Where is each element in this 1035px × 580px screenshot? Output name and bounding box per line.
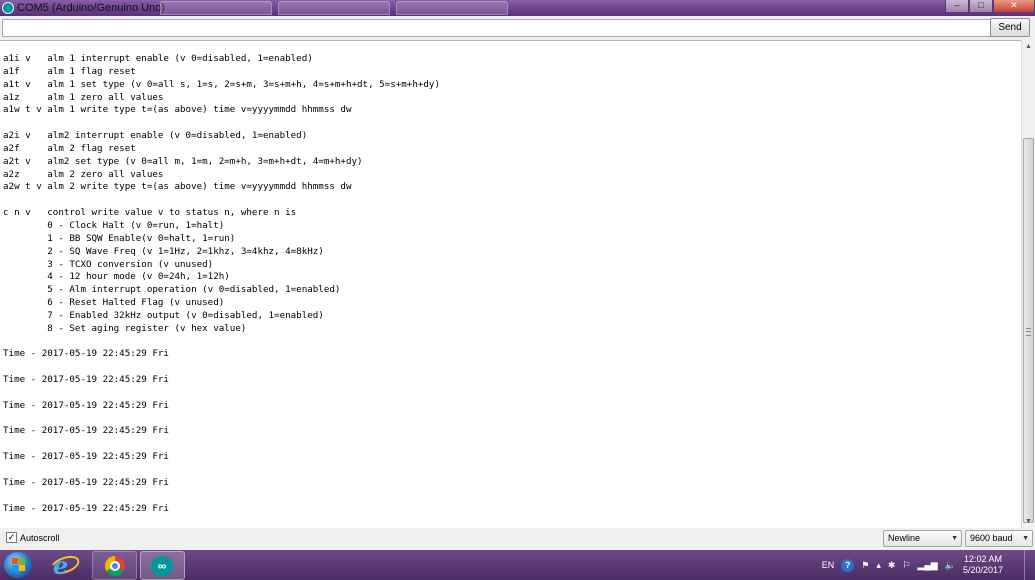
background-tab xyxy=(278,1,390,15)
taskbar-chrome[interactable] xyxy=(92,551,137,580)
background-tab xyxy=(396,1,508,15)
language-indicator[interactable]: EN xyxy=(822,560,835,570)
start-button[interactable] xyxy=(4,552,32,578)
taskbar: e ∞ EN ? ⚑ ▴ ✱ ⚐ ▂▄▆ 🔈 12:02 AM 5/20/201… xyxy=(0,550,1035,580)
scroll-up-arrow-icon[interactable]: ▲ xyxy=(1022,40,1035,53)
autoscroll-label: Autoscroll xyxy=(20,532,60,543)
window-title: COM5 (Arduino/Genuino Uno) xyxy=(17,2,165,14)
serial-input[interactable] xyxy=(2,19,993,37)
clock-date: 5/20/2017 xyxy=(962,565,1003,575)
send-bar: Send xyxy=(0,16,1035,40)
autoscroll-toggle[interactable]: ✓ Autoscroll xyxy=(6,532,60,543)
close-button[interactable]: ✕ xyxy=(993,0,1035,13)
clock[interactable]: 12:02 AM 5/20/2017 xyxy=(963,554,1010,576)
background-windows xyxy=(160,1,508,15)
scroll-thumb[interactable] xyxy=(1023,138,1034,523)
action-center-icon[interactable]: ⚐ xyxy=(902,560,910,571)
serial-output-area[interactable]: a1i v alm 1 interrupt enable (v 0=disabl… xyxy=(0,40,1021,530)
chevron-down-icon: ▼ xyxy=(1022,535,1029,542)
show-desktop-button[interactable] xyxy=(1024,550,1035,580)
arduino-app-icon xyxy=(2,2,14,14)
baud-rate-select[interactable]: 9600 baud ▼ xyxy=(965,530,1033,547)
flag-notification-icon[interactable]: ⚑ xyxy=(861,560,869,571)
system-tray: EN ? ⚑ ▴ ✱ ⚐ ▂▄▆ 🔈 12:02 AM 5/20/2017 xyxy=(822,550,1035,580)
show-hidden-icons-chevron-icon[interactable]: ▴ xyxy=(876,560,881,571)
internet-explorer-icon: e xyxy=(53,551,69,580)
bluetooth-icon[interactable]: ✱ xyxy=(888,560,896,571)
send-button[interactable]: Send xyxy=(990,18,1030,37)
taskbar-internet-explorer[interactable]: e xyxy=(43,551,86,580)
background-tab xyxy=(160,1,272,15)
windows-logo-icon xyxy=(12,558,25,571)
network-signal-icon[interactable]: ▂▄▆ xyxy=(918,560,938,571)
taskbar-arduino[interactable]: ∞ xyxy=(140,551,185,580)
minimize-button[interactable]: – xyxy=(945,0,969,13)
line-ending-value: Newline xyxy=(888,533,921,543)
vertical-scrollbar[interactable]: ▲ ▼ xyxy=(1021,40,1035,528)
arduino-icon: ∞ xyxy=(151,556,173,576)
help-icon[interactable]: ? xyxy=(841,558,855,572)
window-controls: – □ ✕ xyxy=(945,0,1035,16)
line-ending-select[interactable]: Newline ▼ xyxy=(883,530,962,547)
autoscroll-checkbox[interactable]: ✓ xyxy=(6,532,17,543)
monitor-footer: ✓ Autoscroll Newline ▼ 9600 baud ▼ xyxy=(0,528,1035,550)
chevron-down-icon: ▼ xyxy=(951,535,958,542)
grip-icon xyxy=(1026,327,1031,336)
serial-output-text: a1i v alm 1 interrupt enable (v 0=disabl… xyxy=(3,53,440,514)
volume-icon[interactable]: 🔈 xyxy=(945,560,956,571)
maximize-button[interactable]: □ xyxy=(969,0,993,13)
scroll-down-arrow-icon[interactable]: ▼ xyxy=(1022,515,1035,528)
clock-time: 12:02 AM xyxy=(963,554,1002,564)
baud-rate-value: 9600 baud xyxy=(970,533,1013,543)
chrome-icon xyxy=(105,556,125,576)
title-bar: COM5 (Arduino/Genuino Uno) – □ ✕ xyxy=(0,0,1035,16)
